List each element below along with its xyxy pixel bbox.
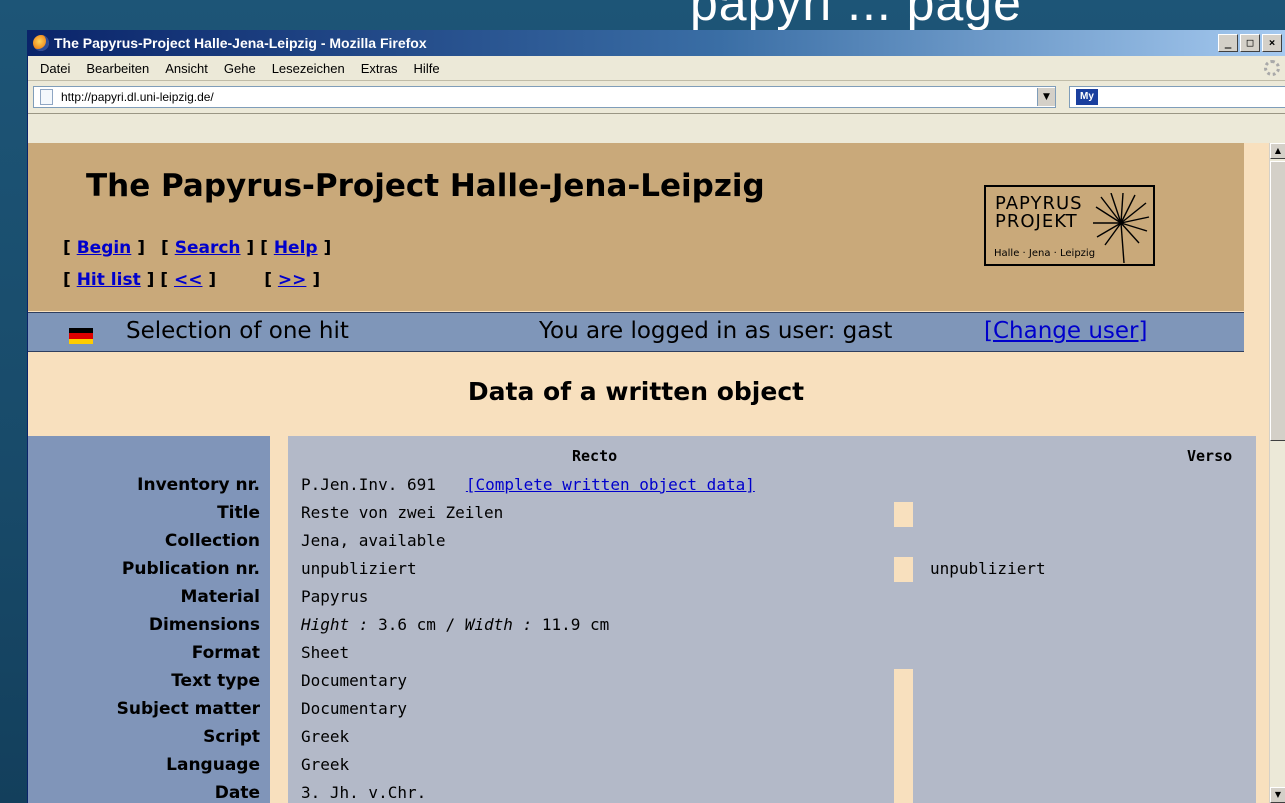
slide-title: papyri ... page [690,0,1022,31]
window-title: The Papyrus-Project Halle-Jena-Leipzig -… [54,35,427,51]
begin-link[interactable]: Begin [77,238,132,258]
browser-window: The Papyrus-Project Halle-Jena-Leipzig -… [27,30,1285,803]
field-label: Format [191,643,260,663]
field-label: Script [203,727,260,747]
url-bar[interactable]: http://papyri.dl.uni-leipzig.de/ ▼ [33,86,1056,108]
value-cell: Jena, available [301,531,446,550]
throbber-icon [1264,60,1280,76]
recto-header: Recto [572,447,618,465]
selection-status: Selection of one hit [126,318,349,344]
next-link[interactable]: >> [278,270,307,290]
value-cell: P.Jen.Inv. 691 [Complete written object d… [301,475,755,494]
value-cell: unpubliziert [301,559,417,578]
value-cell: Greek [301,727,350,746]
field-label: Title [217,503,260,523]
menu-lesezeichen[interactable]: Lesezeichen [264,61,353,76]
verso-separator [894,557,913,582]
search-engine-icon[interactable]: My [1076,89,1098,105]
width-value: 11.9 cm [532,615,610,634]
scroll-down-button[interactable]: ▼ [1270,787,1285,803]
hight-value: 3.6 cm / [368,615,465,634]
url-dropdown-button[interactable]: ▼ [1037,88,1055,106]
title-bar[interactable]: The Papyrus-Project Halle-Jena-Leipzig -… [28,30,1285,56]
menu-ansicht[interactable]: Ansicht [157,61,216,76]
site-title: The Papyrus-Project Halle-Jena-Leipzig [86,168,765,204]
verso-separator [894,669,913,803]
menu-gehe[interactable]: Gehe [216,61,264,76]
site-navigation: [ Begin ][ Search ] [ Help ] [ Hit list … [63,232,331,296]
nav-row-2: [ Hit list ] [ << ][ >> ] [63,270,321,290]
flag-stripe-gold [69,338,93,344]
search-link[interactable]: Search [175,238,241,258]
field-label: Subject matter [116,699,260,719]
window-controls: _ □ × [1218,34,1282,52]
verso-value-cell: unpubliziert [930,559,1046,578]
palm-icon [1093,193,1150,264]
field-label: Inventory nr. [137,475,260,495]
complete-data-link[interactable]: [Complete written object data] [466,475,755,494]
papyrus-project-logo: PAPYRUS PROJEKT Halle · Jena · Leipzig [984,185,1155,266]
field-label: Date [214,783,260,803]
german-flag-icon[interactable] [69,328,93,344]
nav-row-1: [ Begin ][ Search ] [ Help ] [63,238,332,258]
menu-bar: Datei Bearbeiten Ansicht Gehe Lesezeiche… [28,56,1285,81]
hight-label: Hight : [301,615,369,634]
field-label: Text type [171,671,260,691]
navigation-bar: http://papyri.dl.uni-leipzig.de/ ▼ My [28,81,1285,114]
site-header: The Papyrus-Project Halle-Jena-Leipzig [… [28,143,1244,311]
help-link[interactable]: Help [274,238,318,258]
vertical-scrollbar[interactable]: ▲ ▼ [1269,143,1285,803]
hitlist-link[interactable]: Hit list [77,270,141,290]
field-label: Language [166,755,260,775]
field-label: Publication nr. [121,559,260,579]
scroll-thumb[interactable] [1270,161,1285,441]
field-label: Collection [164,531,260,551]
field-label: Material [180,587,260,607]
menu-hilfe[interactable]: Hilfe [406,61,448,76]
value-cell: Sheet [301,643,350,662]
menu-bearbeiten[interactable]: Bearbeiten [78,61,157,76]
value-cell: Reste von zwei Zeilen [301,503,504,522]
logo-text-line3: Halle · Jena · Leipzig [994,248,1096,259]
menu-datei[interactable]: Datei [28,61,78,76]
value-cell: Papyrus [301,587,369,606]
verso-header: Verso [1187,447,1233,465]
inventory-value: P.Jen.Inv. 691 [301,475,436,494]
value-cell: Greek [301,755,350,774]
change-user-link[interactable]: [Change user] [984,318,1147,344]
status-bar: Selection of one hit You are logged in a… [28,312,1244,352]
minimize-button[interactable]: _ [1218,34,1238,52]
verso-separator [894,502,913,527]
section-heading: Data of a written object [467,377,805,406]
url-text[interactable]: http://papyri.dl.uni-leipzig.de/ [61,90,1037,104]
logo-text-line2: PROJEKT [995,211,1078,232]
firefox-icon [33,35,49,51]
dimensions-value: Hight : 3.6 cm / Width : 11.9 cm [301,615,609,634]
maximize-button[interactable]: □ [1240,34,1260,52]
page-viewport: The Papyrus-Project Halle-Jena-Leipzig [… [28,143,1285,803]
web-page: The Papyrus-Project Halle-Jena-Leipzig [… [28,143,1269,803]
close-button[interactable]: × [1262,34,1282,52]
value-cell: 3. Jh. v.Chr. [301,783,427,802]
value-cell: Documentary [301,699,407,718]
search-box[interactable]: My [1069,86,1285,108]
object-data-column: Recto Verso P.Jen.Inv. 691 [Complete writ… [288,436,1256,803]
logged-in-status: You are logged in as user: gast [539,318,893,344]
menu-extras[interactable]: Extras [353,61,406,76]
field-labels-column: Inventory nr. Title Collection Publicati… [28,436,270,803]
page-icon [40,89,53,105]
value-cell: Documentary [301,671,407,690]
scroll-up-button[interactable]: ▲ [1270,143,1285,159]
previous-link[interactable]: << [174,270,203,290]
width-label: Width : [464,615,533,634]
field-label: Dimensions [148,615,260,635]
